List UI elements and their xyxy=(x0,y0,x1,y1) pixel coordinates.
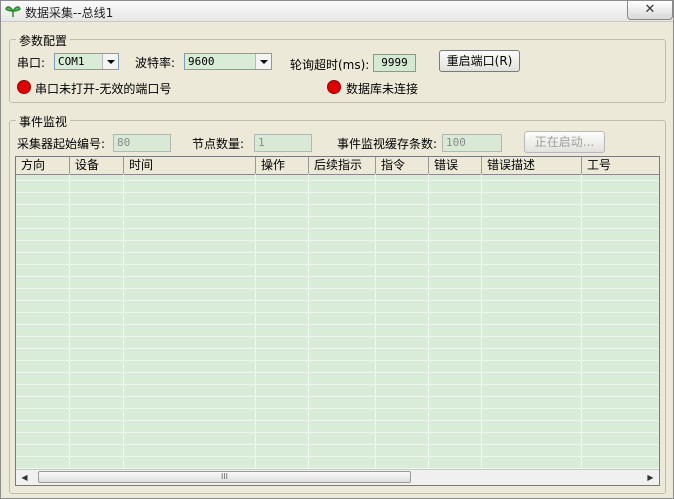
event-table[interactable]: 方向 设备 时间 操作 后续指示 指令 错误 错误描述 工号 ◀ III ▶ xyxy=(15,156,660,486)
close-button[interactable]: ✕ xyxy=(627,0,673,20)
baud-select[interactable]: 9600 xyxy=(184,53,272,70)
column-divider xyxy=(428,174,429,470)
timeout-input[interactable]: 9999 xyxy=(373,54,416,72)
port-value: COM1 xyxy=(58,55,85,68)
column-header-operation[interactable]: 操作 xyxy=(256,157,309,174)
scroll-left-icon[interactable]: ◀ xyxy=(18,471,31,484)
column-header-time[interactable]: 时间 xyxy=(124,157,256,174)
baud-value: 9600 xyxy=(188,55,215,68)
db-status-text: 数据库未连接 xyxy=(346,82,419,96)
chevron-down-icon[interactable] xyxy=(255,54,271,69)
cache-label: 事件监视缓存条数: xyxy=(337,137,438,151)
starting-button[interactable]: 正在启动... xyxy=(524,131,605,153)
column-header-error-desc[interactable]: 错误描述 xyxy=(482,157,582,174)
chevron-down-icon[interactable] xyxy=(102,54,118,69)
node-count-input[interactable]: 1 xyxy=(254,134,312,152)
column-divider xyxy=(581,174,582,470)
window-title: 数据采集--总线1 xyxy=(25,6,114,20)
table-header: 方向 设备 时间 操作 后续指示 指令 错误 错误描述 工号 xyxy=(16,157,659,175)
config-legend: 参数配置 xyxy=(16,32,71,49)
column-header-error[interactable]: 错误 xyxy=(429,157,482,174)
column-divider xyxy=(308,174,309,470)
scroll-right-icon[interactable]: ▶ xyxy=(644,471,657,484)
port-status-text: 串口未打开-无效的端口号 xyxy=(35,82,172,96)
node-count-label: 节点数量: xyxy=(192,137,245,151)
column-header-employee-no[interactable]: 工号 xyxy=(582,157,659,174)
column-header-followup[interactable]: 后续指示 xyxy=(309,157,376,174)
column-header-device[interactable]: 设备 xyxy=(70,157,124,174)
main-window: 数据采集--总线1 ✕ 参数配置 串口: COM1 波特率: 9600 轮询超时… xyxy=(0,0,674,499)
port-status-indicator xyxy=(17,80,31,94)
port-select[interactable]: COM1 xyxy=(54,53,119,70)
column-divider xyxy=(375,174,376,470)
start-no-label: 采集器起始编号: xyxy=(17,137,106,151)
horizontal-scrollbar[interactable]: ◀ III ▶ xyxy=(16,469,659,485)
restart-port-button[interactable]: 重启端口(R) xyxy=(439,50,520,72)
column-divider xyxy=(481,174,482,470)
column-divider xyxy=(123,174,124,470)
title-bar[interactable]: 数据采集--总线1 ✕ xyxy=(1,0,673,22)
column-divider xyxy=(255,174,256,470)
app-leaf-icon xyxy=(5,6,21,17)
column-header-direction[interactable]: 方向 xyxy=(16,157,70,174)
start-no-input[interactable]: 80 xyxy=(113,134,171,152)
baud-label: 波特率: xyxy=(135,56,176,70)
monitor-legend: 事件监视 xyxy=(16,113,71,130)
db-status-indicator xyxy=(327,80,341,94)
column-divider xyxy=(69,174,70,470)
cache-input[interactable]: 100 xyxy=(442,134,502,152)
close-icon: ✕ xyxy=(644,2,656,17)
scrollbar-thumb[interactable]: III xyxy=(38,471,411,483)
column-header-command[interactable]: 指令 xyxy=(376,157,429,174)
port-label: 串口: xyxy=(17,56,46,70)
timeout-label: 轮询超时(ms): xyxy=(290,58,370,72)
grip-icon: III xyxy=(220,472,229,481)
